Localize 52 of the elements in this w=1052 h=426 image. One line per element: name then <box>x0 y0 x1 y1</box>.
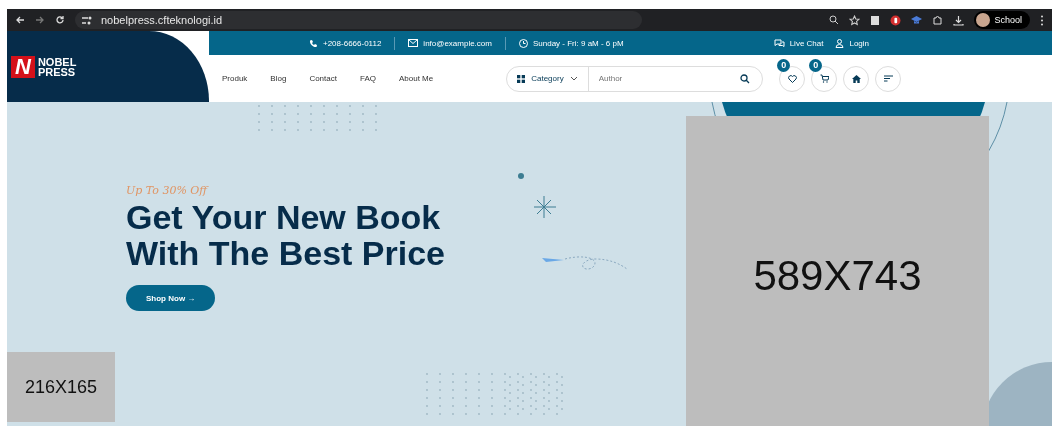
url-text: nobelpress.cfteknologi.id <box>101 14 223 26</box>
profile-button[interactable]: School <box>974 11 1030 29</box>
nav-link[interactable]: Produk <box>222 74 248 83</box>
nav-link[interactable]: Contact <box>309 74 337 83</box>
chat-icon <box>773 38 785 48</box>
logo-mark[interactable]: N <box>11 55 35 78</box>
category-label: Category <box>531 74 564 83</box>
grid-icon <box>517 74 526 83</box>
phone-icon <box>309 38 318 48</box>
extension-icon[interactable] <box>890 14 902 26</box>
mail-icon <box>408 39 419 47</box>
nav-link[interactable]: About Me <box>398 74 434 83</box>
clock-icon <box>518 38 528 48</box>
back-icon[interactable] <box>15 15 25 25</box>
reload-icon[interactable] <box>55 15 65 25</box>
logo-text[interactable]: NOBEL <box>37 56 77 67</box>
live-chat-link[interactable]: Live Chat <box>789 38 824 48</box>
placeholder-text: 589X743 <box>753 252 922 300</box>
address-bar[interactable]: nobelpress.cfteknologi.id <box>75 11 643 29</box>
home-icon <box>851 74 861 83</box>
zoom-icon[interactable] <box>829 15 840 25</box>
forward-icon[interactable] <box>35 15 45 25</box>
count-badge: 0 <box>777 58 791 72</box>
sort-icon <box>883 75 893 82</box>
hero-title: Get Your New Book With The Best Price <box>126 199 445 271</box>
site-settings-icon[interactable] <box>81 15 93 25</box>
opening-hours: Sunday - Fri: 9 aM - 6 pM <box>532 38 624 48</box>
cart-icon <box>819 74 829 83</box>
nav-link[interactable]: Blog <box>270 74 287 83</box>
email-address[interactable]: info@example.com <box>423 38 492 48</box>
nav-link[interactable]: FAQ <box>359 74 376 83</box>
sparkle-icon <box>533 195 557 219</box>
author-search-field[interactable]: Author <box>588 73 741 84</box>
count-badge: 0 <box>809 58 823 72</box>
document-icon[interactable] <box>870 14 881 26</box>
placeholder-text: 216X165 <box>24 376 98 398</box>
download-icon[interactable] <box>953 14 965 26</box>
login-link[interactable]: Login <box>849 38 870 48</box>
logo-text[interactable]: PRESS <box>37 66 77 77</box>
discount-tagline: Up To 30% Off <box>126 184 210 197</box>
star-icon[interactable] <box>849 14 861 26</box>
category-dropdown[interactable]: Category <box>507 66 589 91</box>
shop-now-button[interactable]: Shop Now → <box>126 285 216 311</box>
graduation-cap-icon[interactable] <box>911 15 923 25</box>
chevron-down-icon <box>569 76 578 81</box>
menu-icon[interactable] <box>1040 14 1044 26</box>
heart-icon <box>787 74 797 83</box>
dot-shape <box>518 173 524 179</box>
search-icon[interactable] <box>740 73 751 84</box>
avatar-icon <box>976 13 991 27</box>
user-icon <box>835 38 845 48</box>
phone-number[interactable]: +208-6666-0112 <box>323 38 382 48</box>
